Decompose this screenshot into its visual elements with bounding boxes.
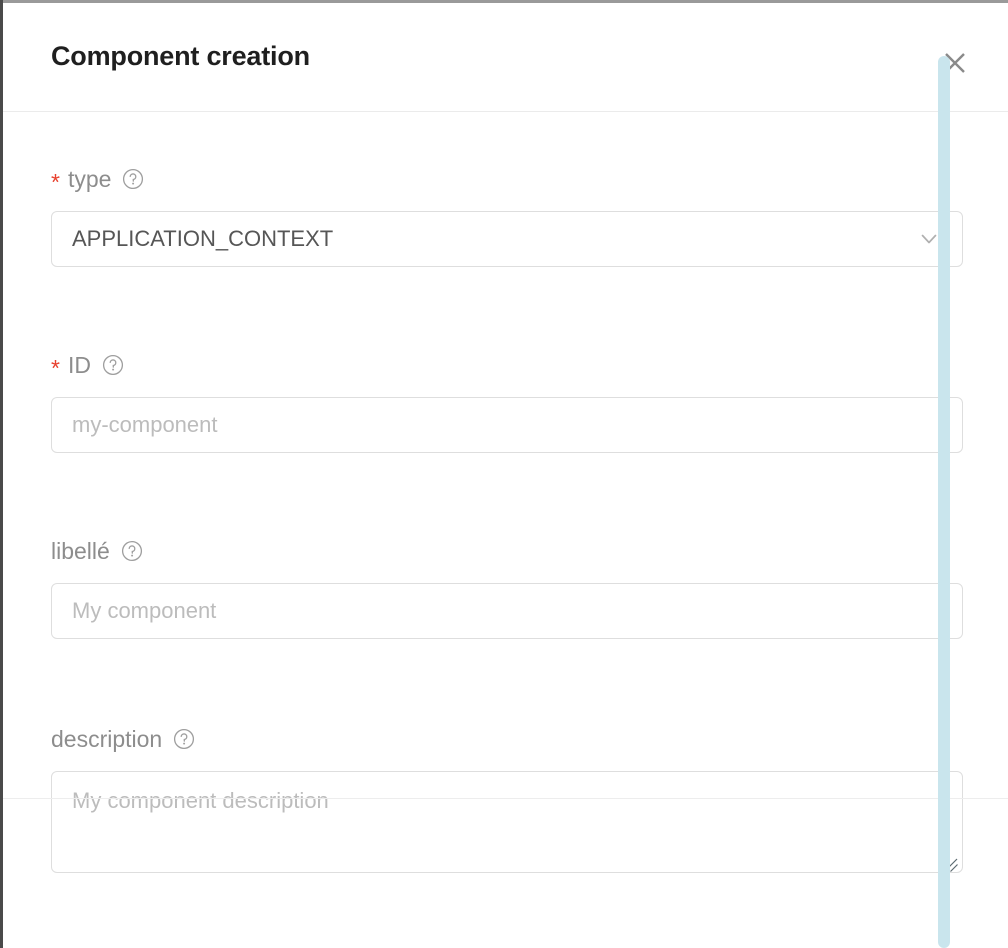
footer-divider: [3, 798, 1008, 799]
help-circle-icon[interactable]: [102, 354, 124, 376]
dialog-body: * type APPLICATION_CONTEXT * ID my-compo…: [3, 112, 1008, 948]
libelle-input-placeholder: My component: [72, 598, 217, 623]
vertical-scrollbar-thumb[interactable]: [938, 56, 950, 948]
field-type: * type APPLICATION_CONTEXT: [51, 164, 963, 267]
dialog-header: Component creation: [3, 3, 1008, 111]
type-select[interactable]: APPLICATION_CONTEXT: [51, 211, 963, 267]
description-textarea[interactable]: My component description: [51, 771, 963, 873]
field-libelle-label: libellé: [51, 537, 110, 564]
required-asterisk: *: [51, 354, 60, 381]
field-libelle-label-row: libellé: [51, 536, 963, 566]
chevron-down-icon: [918, 228, 940, 250]
field-description-label: description: [51, 725, 163, 752]
help-circle-icon[interactable]: [173, 728, 195, 750]
field-libelle: libellé My component: [51, 536, 963, 639]
field-type-label: type: [67, 165, 112, 192]
field-type-label-row: * type: [51, 164, 963, 194]
dialog-title: Component creation: [51, 41, 310, 71]
required-asterisk: *: [51, 168, 60, 195]
component-creation-dialog: Component creation * type APPLICATION_CO…: [0, 0, 1008, 948]
field-id-label-row: * ID: [51, 350, 963, 380]
field-description-label-row: description: [51, 724, 963, 754]
libelle-input[interactable]: My component: [51, 583, 963, 639]
id-input-placeholder: my-component: [72, 412, 218, 437]
id-input[interactable]: my-component: [51, 397, 963, 453]
field-id-label: ID: [67, 351, 91, 378]
help-circle-icon[interactable]: [121, 540, 143, 562]
field-id: * ID my-component: [51, 350, 963, 453]
help-circle-icon[interactable]: [122, 168, 144, 190]
type-select-value: APPLICATION_CONTEXT: [72, 226, 334, 251]
description-textarea-placeholder: My component description: [72, 788, 329, 813]
